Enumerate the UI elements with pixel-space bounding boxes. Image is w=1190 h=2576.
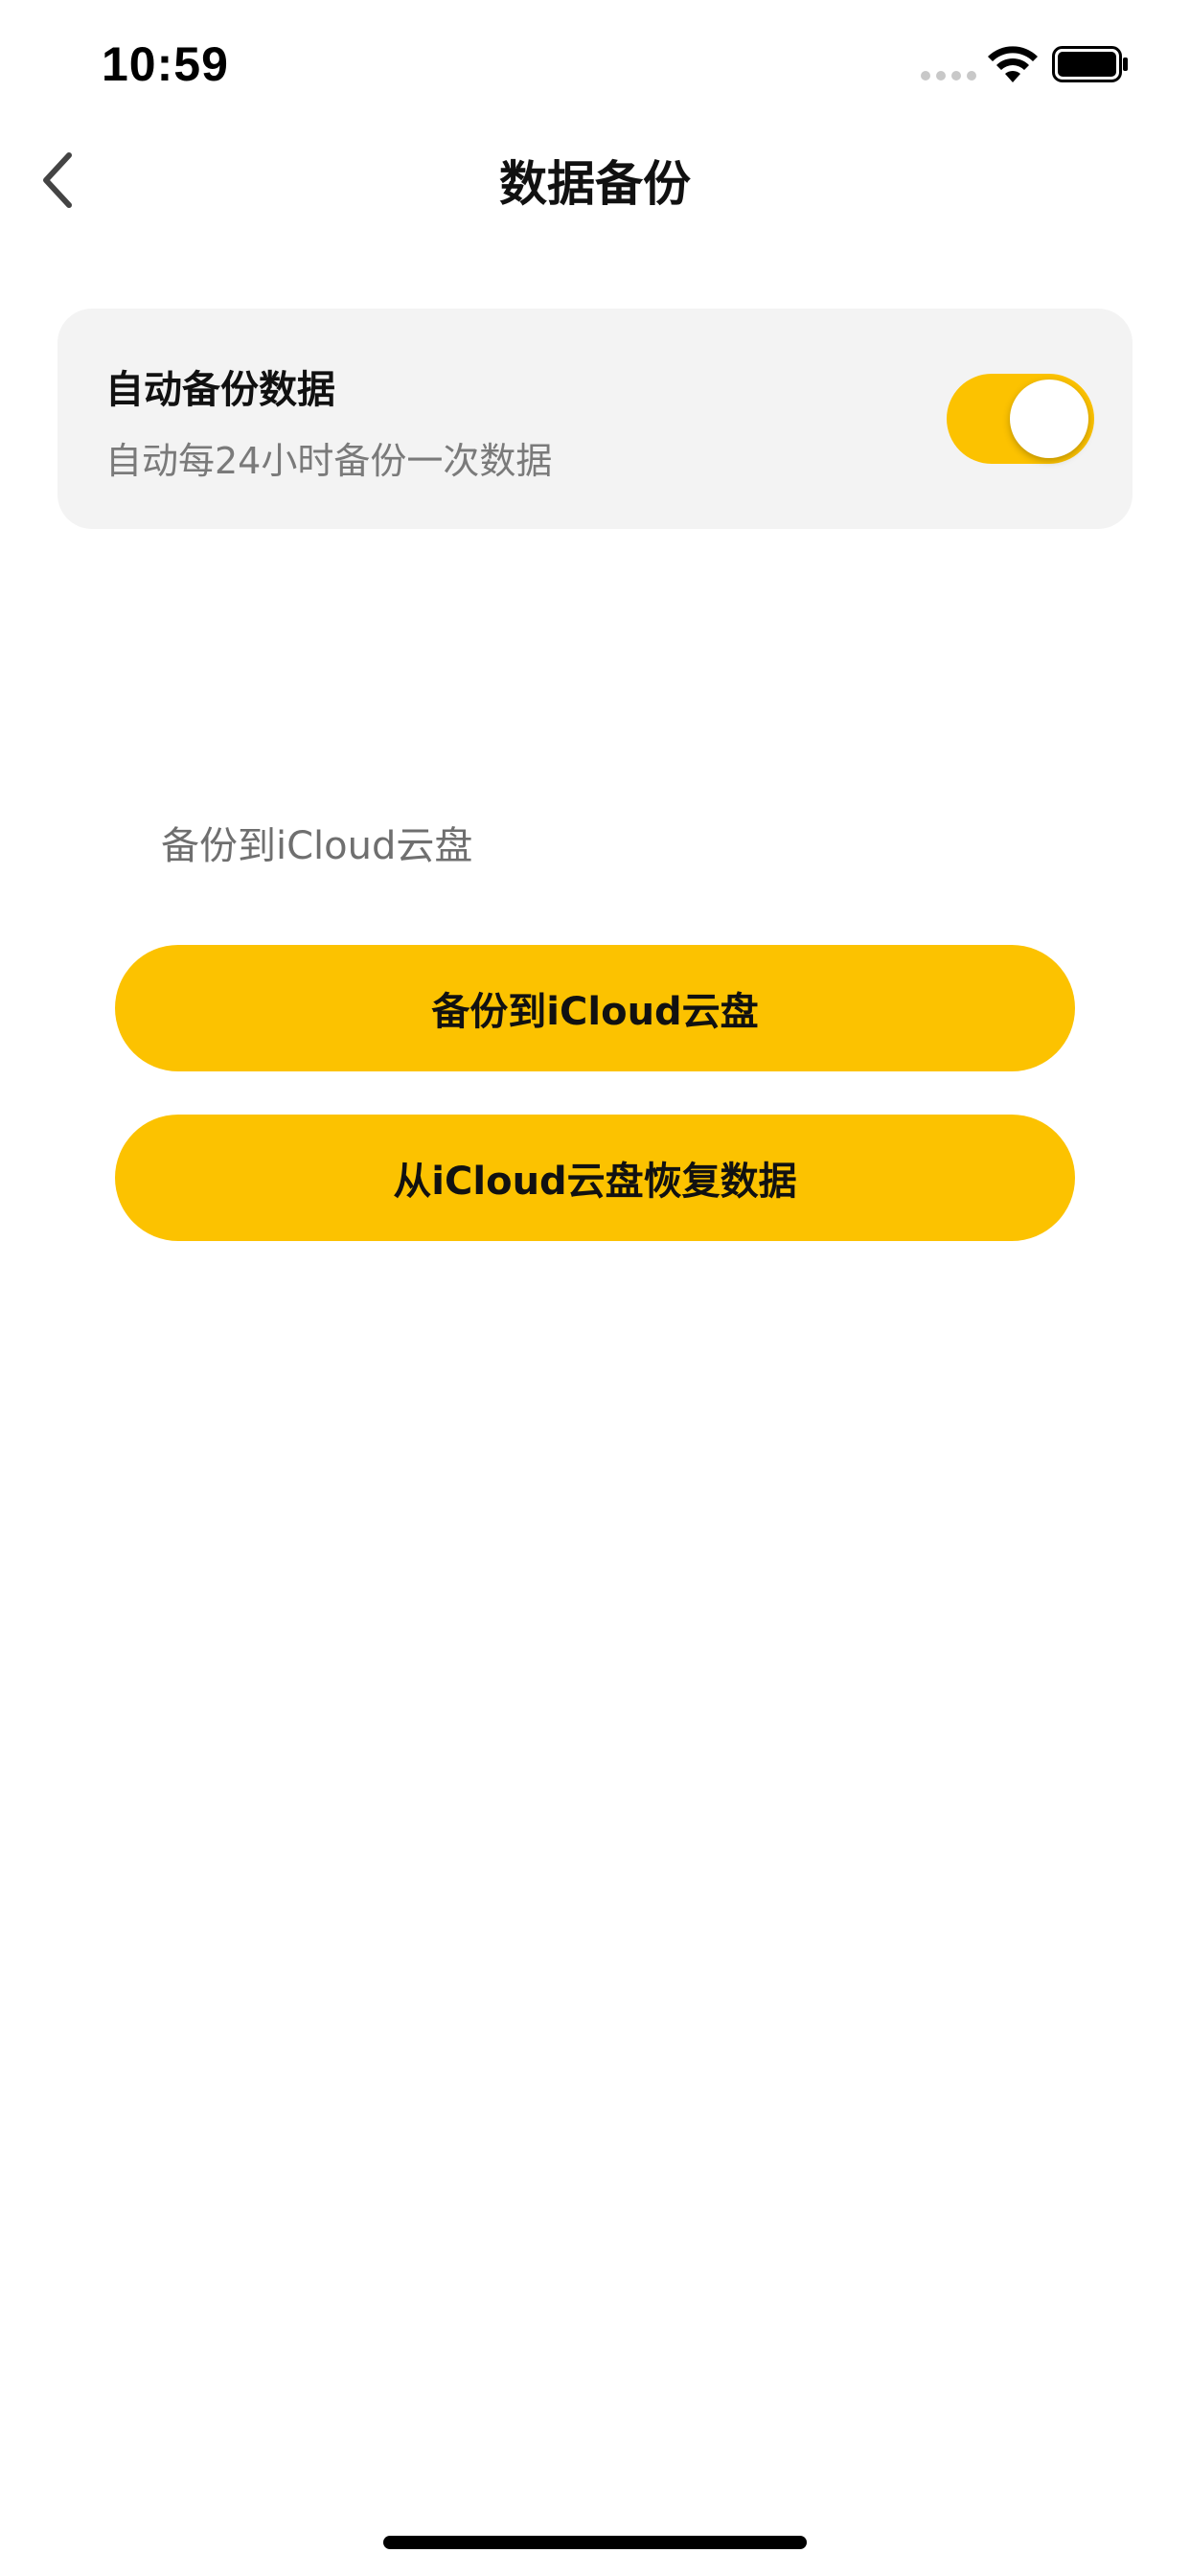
status-time: 10:59 (102, 37, 229, 91)
page-title: 数据备份 (499, 156, 691, 212)
screen: 10:59 数据备份 自动备份数据 自动每24小时备份一次数据 备份到iClou… (0, 0, 1190, 2576)
auto-backup-title: 自动备份数据 (105, 368, 335, 412)
auto-backup-card: 自动备份数据 自动每24小时备份一次数据 (57, 309, 1133, 529)
home-indicator[interactable] (383, 2536, 807, 2549)
cellular-signal-icon (921, 71, 976, 80)
toggle-knob (1010, 380, 1088, 458)
auto-backup-description: 自动每24小时备份一次数据 (105, 440, 553, 482)
icloud-section-label: 备份到iCloud云盘 (161, 824, 473, 868)
wifi-icon (988, 46, 1038, 82)
battery-icon (1052, 46, 1128, 82)
backup-to-icloud-button[interactable]: 备份到iCloud云盘 (115, 945, 1075, 1071)
restore-from-icloud-button[interactable]: 从iCloud云盘恢复数据 (115, 1115, 1075, 1241)
auto-backup-toggle[interactable] (947, 374, 1094, 464)
